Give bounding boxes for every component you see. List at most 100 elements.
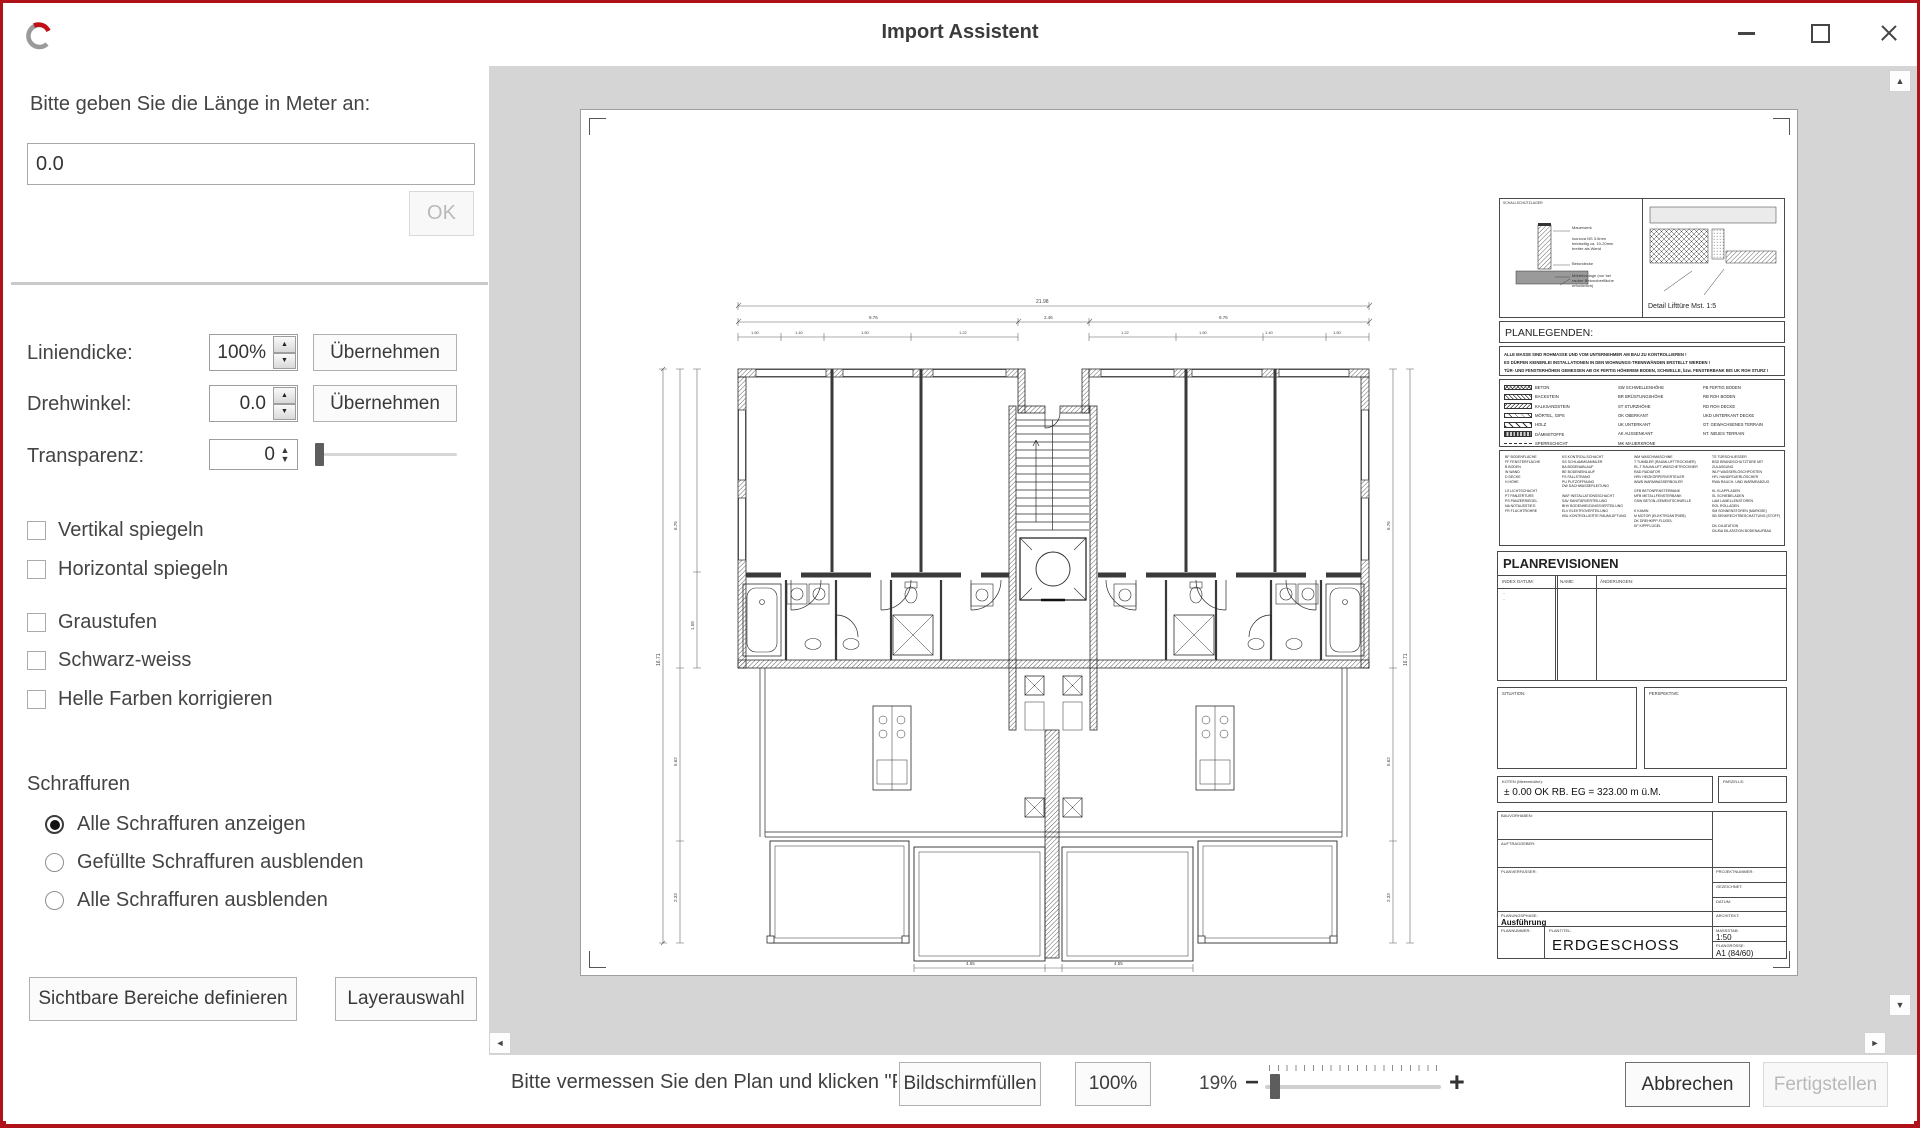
svg-text:9.76: 9.76	[1219, 315, 1228, 320]
scroll-down-button[interactable]: ▼	[1889, 994, 1911, 1016]
zoom-slider-track[interactable]	[1265, 1085, 1441, 1089]
svg-text:2.33: 2.33	[673, 893, 678, 902]
zoom-in-button[interactable]: +	[1449, 1067, 1465, 1098]
apply-line-thickness-button[interactable]: Übernehmen	[313, 334, 457, 371]
define-visible-areas-button[interactable]: Sichtbare Bereiche definieren	[29, 977, 297, 1021]
hide-filled-hatching-label: Gefüllte Schraffuren ausblenden	[77, 851, 364, 874]
partitions	[832, 369, 1275, 572]
black-white-label: Schwarz-weiss	[58, 649, 191, 672]
zoom-out-button[interactable]: −	[1245, 1069, 1259, 1097]
apply-rotation-button[interactable]: Übernehmen	[313, 385, 457, 422]
legend-notes: ALLE MASSE SIND ROHMASSE UND VOM UNTERNE…	[1499, 346, 1785, 376]
detail-label: Isonova NS 3.5mm beidseitig ca. 10-20mm …	[1572, 236, 1613, 251]
svg-text:1.58: 1.58	[690, 621, 695, 630]
svg-text:1.50: 1.50	[861, 330, 870, 335]
rotation-spinner[interactable]: 0.0 ▲▼	[209, 385, 298, 422]
detail-caption: Detail Lifttüre Mst. 1:5	[1648, 303, 1716, 310]
zoom-slider-thumb[interactable]	[1270, 1074, 1280, 1099]
close-button[interactable]	[1872, 16, 1906, 50]
line-thickness-spinner[interactable]: 100% ▲▼	[209, 334, 298, 371]
line-thickness-down-button[interactable]: ▼	[273, 353, 296, 370]
maximize-button[interactable]	[1802, 16, 1836, 50]
scroll-up-button[interactable]: ▲	[1889, 70, 1911, 92]
transparency-spinner[interactable]: 0 ▲▼	[209, 439, 298, 470]
minimize-icon	[1738, 32, 1755, 35]
rotation-down-button[interactable]: ▼	[273, 404, 296, 421]
light-colors-checkbox[interactable]	[27, 690, 46, 709]
svg-text:6.76: 6.76	[1386, 521, 1391, 530]
legend-detail-box: SCHALLSCHUTZLAGER Mauerwerk Isonova NS 3…	[1499, 198, 1785, 318]
transparency-slider-track[interactable]	[319, 453, 457, 456]
svg-text:21.98: 21.98	[1036, 299, 1049, 305]
legend-abbreviations: BF BODENFLÄCHE FF FENSTERFLÄCHE B BODEN …	[1499, 450, 1785, 546]
detail-label: Mörtelvorlage (nur bei rauher Betonoberf…	[1572, 273, 1614, 288]
abbr-column-3: WM WASCHMASCHINE T TUMBLER (RAUMLUFTTROC…	[1634, 455, 1698, 529]
detail-label: Mauerwerk	[1572, 225, 1592, 230]
mirror-vertical-label: Vertikal spiegeln	[58, 519, 204, 542]
koten-box: KOTEN (Meereshöhe): ± 0.00 OK RB. EG = 3…	[1497, 776, 1713, 803]
svg-text:1.50: 1.50	[1199, 330, 1208, 335]
fit-screen-button[interactable]: Bildschirmfüllen	[899, 1062, 1041, 1106]
mirror-horizontal-checkbox[interactable]	[27, 560, 46, 579]
minimize-button[interactable]	[1730, 16, 1764, 50]
hatching-section-title: Schraffuren	[27, 773, 130, 796]
hide-all-hatching-radio[interactable]	[45, 891, 64, 910]
scroll-right-button[interactable]: ►	[1864, 1032, 1886, 1054]
title-block: BAUVORHABEN: AUFTRAGGEBER: PLANVERFASSER…	[1497, 811, 1787, 959]
transparency-label: Transparenz:	[27, 445, 144, 468]
doors	[791, 413, 1316, 637]
length-prompt: Bitte geben Sie die Länge in Meter an:	[30, 93, 370, 116]
zoom-100-button[interactable]: 100%	[1075, 1062, 1151, 1106]
show-all-hatching-radio[interactable]	[45, 815, 64, 834]
hide-filled-hatching-radio[interactable]	[45, 853, 64, 872]
app-logo-icon	[25, 17, 53, 53]
titlebar: Import Assistent	[6, 6, 1914, 58]
grayscale-label: Graustufen	[58, 611, 157, 634]
mirror-horizontal-label: Horizontal spiegeln	[58, 558, 228, 581]
finish-button[interactable]: Fertigstellen	[1763, 1062, 1888, 1107]
svg-text:4.55: 4.55	[966, 961, 975, 966]
abbr-column-2: KS KONTROLLSCHACHT SS SCHLAMMSAMMLER BA …	[1562, 455, 1626, 519]
detail-label: Betondecke	[1572, 261, 1593, 266]
svg-text:5.62: 5.62	[673, 757, 678, 766]
heights-column: SW SCHWELLENHÖHE BR BRÜSTUNGSHÖHE ST STU…	[1618, 383, 1664, 447]
status-text: Bitte vermessen Sie den Plan und klicken…	[511, 1071, 897, 1094]
rotation-up-button[interactable]: ▲	[273, 387, 296, 404]
situation-box: SITUATION:	[1497, 687, 1637, 769]
dimension-labels: 21.98 9.76 2.46 9.76 1.50 1.40 1.50 1.22…	[656, 299, 1409, 977]
light-colors-label: Helle Farben korrigieren	[58, 688, 273, 711]
svg-text:1.50: 1.50	[1333, 330, 1342, 335]
black-white-checkbox[interactable]	[27, 651, 46, 670]
cancel-button[interactable]: Abbrechen	[1625, 1062, 1750, 1107]
show-all-hatching-label: Alle Schraffuren anzeigen	[77, 813, 306, 836]
perspective-box: PERSPEKTIVE:	[1644, 687, 1787, 769]
maximize-icon	[1811, 24, 1830, 43]
hide-all-hatching-label: Alle Schraffuren ausblenden	[77, 889, 328, 912]
mirror-vertical-checkbox[interactable]	[27, 521, 46, 540]
line-thickness-up-button[interactable]: ▲	[273, 336, 296, 353]
legend-title-bar: PLANLEGENDEN:	[1499, 321, 1785, 343]
line-thickness-label: Liniendicke:	[27, 342, 133, 365]
ok-button[interactable]: OK	[409, 191, 474, 236]
legend-materials: BETON BACKSTEIN KALKSANDSTEIN MÖRTEL, GI…	[1499, 379, 1785, 447]
svg-text:2.46: 2.46	[1044, 315, 1053, 320]
scroll-left-button[interactable]: ◄	[489, 1032, 511, 1054]
levels-column: FB FERTIG BODEN RB ROH BODEN RD ROH DECK…	[1703, 383, 1763, 439]
length-input[interactable]	[27, 143, 475, 185]
parzelle-box: PARZELLE:	[1718, 776, 1787, 803]
svg-text:1.40: 1.40	[795, 330, 804, 335]
layer-selection-button[interactable]: Layerauswahl	[335, 977, 477, 1021]
separator	[11, 282, 488, 285]
rotation-label: Drehwinkel:	[27, 393, 131, 416]
legend-notes-text: ALLE MASSE SIND ROHMASSE UND VOM UNTERNE…	[1504, 351, 1768, 375]
transparency-slider-thumb[interactable]	[315, 443, 324, 466]
svg-text:6.76: 6.76	[673, 521, 678, 530]
transparency-arrows[interactable]: ▲▼	[277, 440, 293, 469]
legend-title: PLANLEGENDEN:	[1505, 327, 1593, 339]
abbr-column-1: BF BODENFLÄCHE FF FENSTERFLÄCHE B BODEN …	[1505, 455, 1540, 514]
plan-revisions-box: PLANREVISIONEN INDEX DATUM: NAME: ÄNDERU…	[1497, 551, 1787, 681]
grayscale-checkbox[interactable]	[27, 613, 46, 632]
svg-text:16.71: 16.71	[656, 653, 662, 666]
koten-value: ± 0.00 OK RB. EG = 323.00 m ü.M.	[1504, 787, 1661, 798]
wall-detail-drawing	[1500, 199, 1642, 317]
